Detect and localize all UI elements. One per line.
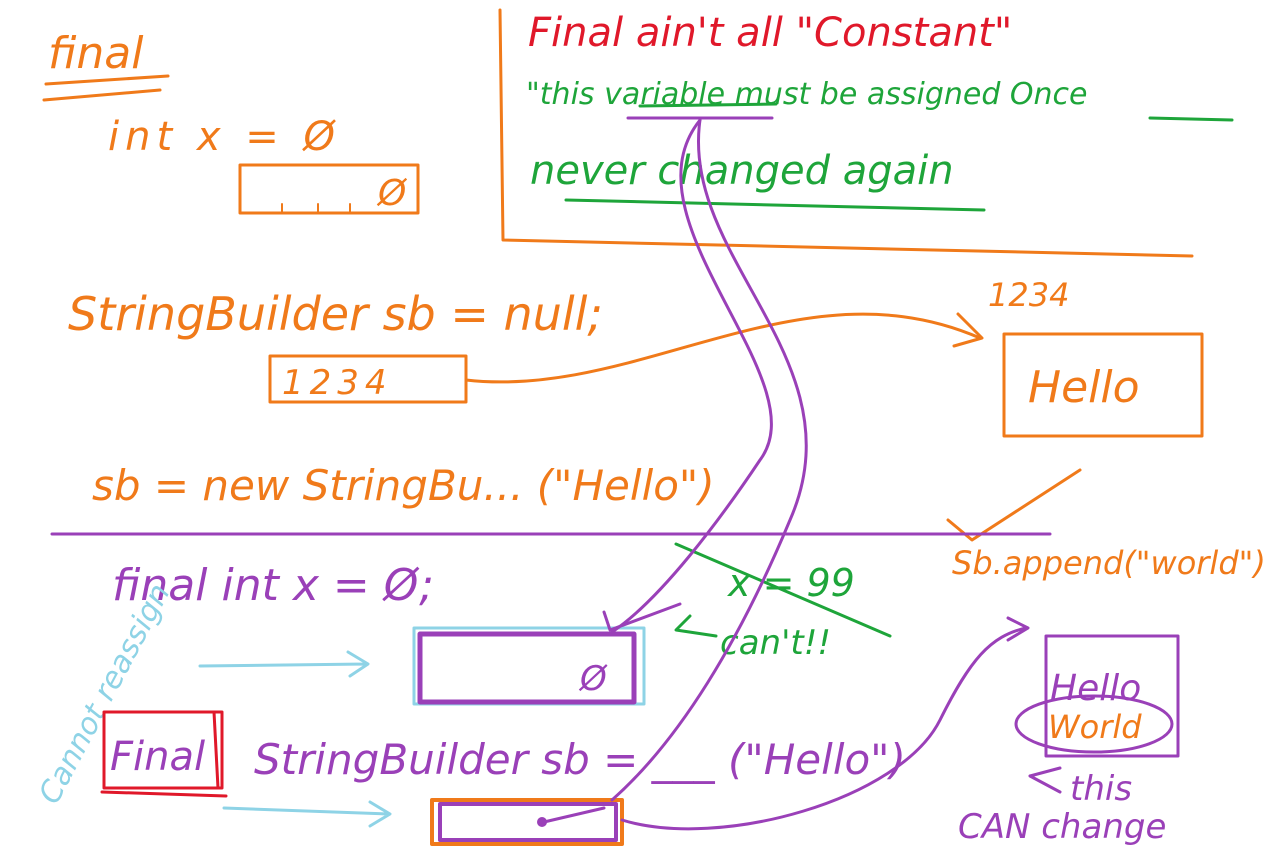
- sb-final-declaration: StringBuilder sb = ___ ("Hello"): [254, 735, 906, 784]
- note-line-1: "this variable must be assigned Once: [526, 77, 1088, 112]
- reassign-text: x = 99: [727, 561, 855, 605]
- sb-assignment: sb = new StringBu... ("Hello"): [92, 461, 715, 510]
- object-address-label: 1234: [988, 276, 1069, 314]
- object-hello: Hello: [1050, 668, 1141, 709]
- note-headline: Final ain't all "Constant": [528, 10, 1012, 56]
- final-title: final: [48, 28, 144, 79]
- cant-arrow: [674, 614, 718, 638]
- once-underline: [1148, 116, 1234, 122]
- sb-declaration: StringBuilder sb = null;: [68, 287, 603, 341]
- int-x-declaration: int x = Ø: [108, 114, 341, 160]
- sb-address-value: 1234: [282, 363, 393, 403]
- variable-to-int-box: [610, 118, 773, 634]
- hello-object-value: Hello: [1028, 362, 1140, 413]
- int-box-value: Ø: [376, 173, 408, 214]
- note-once-word: Once: [1010, 77, 1088, 112]
- cant-text: can't!!: [720, 623, 831, 663]
- sb-append: Sb.append("world"): [952, 544, 1264, 582]
- final-box-outline: [412, 626, 646, 706]
- final-box-value: Ø: [578, 659, 608, 699]
- variable-underline: [638, 102, 778, 108]
- final-word: Final: [110, 734, 205, 780]
- note-line-1-prefix: "this: [526, 77, 604, 112]
- cannot-arrow-top: [198, 650, 370, 678]
- note-line-2: never changed again: [530, 148, 954, 194]
- final-stringbuilder: Final StringBuilder sb = ___ ("Hello") H…: [100, 616, 1180, 847]
- sb-final-box: [438, 802, 618, 842]
- this-arrow: [1028, 766, 1062, 794]
- final-int-example: final int x = Ø Ø: [42, 28, 420, 215]
- sb-pointer-line: [542, 806, 606, 824]
- stringbuilder-example: StringBuilder sb = null; 1234 1234 Hello…: [68, 276, 1264, 582]
- cannot-arrow-bottom: [222, 800, 392, 828]
- title-underline-2: [42, 88, 162, 102]
- final-note: Final ain't all "Constant" "this variabl…: [498, 8, 1234, 258]
- append-checkmark: [946, 468, 1082, 542]
- whiteboard: final int x = Ø Ø Final ain't all "Const…: [32, 8, 1264, 847]
- variable-to-sb-box: [610, 118, 808, 802]
- box-ticks: [281, 203, 351, 213]
- final-int-bottom: final int x = Ø; x = 99 can't!! Ø: [112, 542, 892, 706]
- note-line-1-middle: must be assigned: [725, 77, 1010, 112]
- this-label: this: [1070, 769, 1132, 809]
- can-change-label: CAN change: [958, 807, 1166, 847]
- line-2-underline: [564, 198, 986, 212]
- object-world: World: [1048, 708, 1142, 746]
- sb-final-box-outline: [430, 798, 624, 846]
